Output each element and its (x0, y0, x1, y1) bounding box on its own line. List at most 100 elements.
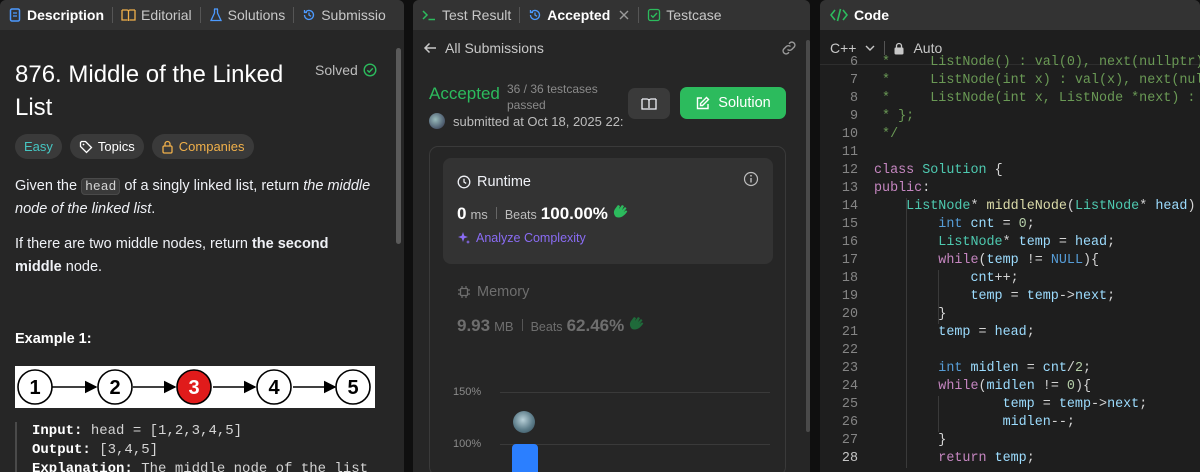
code-title: Code (854, 7, 889, 23)
memory-number: 9.93 (457, 316, 491, 335)
line-number: 25 (841, 397, 858, 412)
tab-test-result[interactable]: Test Result (413, 0, 519, 30)
clapping-hands-icon (613, 205, 628, 218)
info-icon[interactable] (743, 171, 759, 187)
close-icon[interactable] (618, 9, 630, 21)
avatar (513, 411, 535, 433)
code-line[interactable]: 25 temp = temp->next; (820, 396, 1200, 414)
tab-description[interactable]: Description (0, 0, 112, 30)
code-line[interactable]: 13 public: (820, 180, 1200, 198)
memory-beats-label: Beats (530, 320, 563, 334)
linked-list-diagram: 1 2 3 4 5 (15, 366, 375, 408)
code-line[interactable]: 19 temp = temp->next; (820, 288, 1200, 306)
divider (521, 319, 523, 331)
companies-button[interactable]: Companies (151, 134, 254, 159)
description-tabbar: Description Editorial Solutions Submissi… (0, 0, 404, 30)
submission-scrollbar[interactable] (806, 40, 810, 432)
memory-unit: MB (494, 319, 514, 334)
code-line[interactable]: 8 * ListNode(int x, ListNode *next) : va… (820, 90, 1200, 108)
tab-solutions-label: Solutions (227, 7, 286, 23)
code-line[interactable]: 27 } (820, 432, 1200, 450)
example-output-value: [3,4,5] (99, 442, 159, 458)
line-number: 7 (849, 73, 858, 88)
checkbox-icon (648, 8, 661, 22)
companies-label: Companies (178, 139, 245, 154)
example-output: Output: [3,4,5] (32, 441, 385, 460)
tab-testcase-label: Testcase (666, 7, 722, 23)
line-number: 26 (841, 415, 858, 430)
tab-solutions[interactable]: Solutions (201, 0, 294, 30)
code-text: public: (874, 181, 931, 196)
line-number: 8 (849, 91, 858, 106)
example-explanation-value: The middle node of the list (141, 461, 369, 472)
line-number: 28 (841, 451, 858, 466)
code-line[interactable]: 6 * ListNode() : val(0), next(nullptr) {… (820, 54, 1200, 72)
chart-ytick: 150% (453, 386, 482, 398)
memory-card[interactable]: Memory 9.93 MB Beats 62.46% (457, 284, 644, 335)
editorial-button[interactable] (628, 88, 670, 119)
runtime-header: Runtime (457, 174, 531, 190)
code-line[interactable]: 9 * }; (820, 108, 1200, 126)
example-output-label: Output: (32, 442, 91, 458)
topics-button[interactable]: Topics (69, 134, 144, 159)
tab-description-label: Description (27, 7, 105, 23)
tab-editorial[interactable]: Editorial (113, 0, 200, 30)
distribution-bar[interactable] (512, 444, 538, 472)
solution-button-label: Solution (718, 95, 771, 111)
tab-editorial-label: Editorial (141, 7, 192, 23)
description-scrollbar[interactable] (396, 48, 401, 244)
runtime-card[interactable]: Runtime 0 ms Beats 100.00% Analyze Compl… (443, 158, 773, 264)
clock-icon (457, 175, 471, 189)
line-number: 9 (849, 109, 858, 124)
line-number: 10 (841, 127, 858, 142)
code-text: int cnt = 0; (938, 217, 1035, 232)
submitted-time: submitted at Oct 18, 2025 22: (453, 113, 624, 129)
code-line[interactable]: 28 return temp; (820, 450, 1200, 468)
tab-submissions-label: Submissio (321, 7, 386, 23)
memory-title: Memory (477, 284, 530, 300)
arrow-left-icon[interactable] (423, 41, 437, 55)
code-line[interactable]: 23 int midlen = cnt/2; (820, 360, 1200, 378)
line-number: 12 (841, 163, 858, 178)
analyze-complexity-link[interactable]: Analyze Complexity (457, 231, 586, 245)
code-line[interactable]: 12 class Solution { (820, 162, 1200, 180)
book-icon (121, 9, 136, 21)
chevron-down-icon[interactable] (864, 42, 876, 54)
code-line[interactable]: 16 ListNode* temp = head; (820, 234, 1200, 252)
tab-testcase[interactable]: Testcase (639, 0, 729, 30)
line-number: 13 (841, 181, 858, 196)
code-line[interactable]: 18 cnt++; (820, 270, 1200, 288)
code-line[interactable]: 7 * ListNode(int x) : val(x), next(nullp… (820, 72, 1200, 90)
line-number: 6 (849, 55, 858, 70)
code-text: * ListNode(int x, ListNode *next) : val(… (882, 91, 1196, 106)
link-icon[interactable] (780, 39, 798, 57)
line-number: 27 (841, 433, 858, 448)
code-line[interactable]: 22 (820, 342, 1200, 360)
code-line[interactable]: 26 midlen--; (820, 414, 1200, 432)
code-line[interactable]: 11 (820, 144, 1200, 162)
code-line[interactable]: 14 ListNode* middleNode(ListNode* head) … (820, 198, 1200, 216)
runtime-value: 0 ms Beats 100.00% (457, 203, 630, 224)
submitter-info: submitted at Oct 18, 2025 22: (429, 113, 624, 129)
tab-accepted[interactable]: Accepted (520, 0, 638, 30)
example-explanation-label: Explanation: (32, 461, 133, 472)
indent-guide (938, 270, 940, 324)
code-line[interactable]: 21 temp = head; (820, 324, 1200, 342)
runtime-unit: ms (470, 207, 488, 222)
example-input: Input: head = [1,2,3,4,5] (32, 422, 385, 441)
code-line[interactable]: 24 while(midlen != 0){ (820, 378, 1200, 396)
code-text: cnt++; (970, 271, 1019, 286)
code-editor[interactable]: 6 * ListNode() : val(0), next(nullptr) {… (820, 55, 1200, 472)
line-number: 18 (841, 271, 858, 286)
code-line[interactable]: 10 */ (820, 126, 1200, 144)
all-submissions-link[interactable]: All Submissions (445, 40, 544, 56)
tab-test-result-label: Test Result (442, 7, 512, 23)
code-line[interactable]: 17 while(temp != NULL){ (820, 252, 1200, 270)
document-icon (9, 8, 21, 22)
tab-submissions[interactable]: Submissio (294, 0, 394, 30)
chart-ytick: 100% (453, 438, 482, 450)
solution-button[interactable]: Solution (680, 87, 786, 119)
code-line[interactable]: 15 int cnt = 0; (820, 216, 1200, 234)
code-line[interactable]: 20 } (820, 306, 1200, 324)
divider (884, 41, 886, 55)
